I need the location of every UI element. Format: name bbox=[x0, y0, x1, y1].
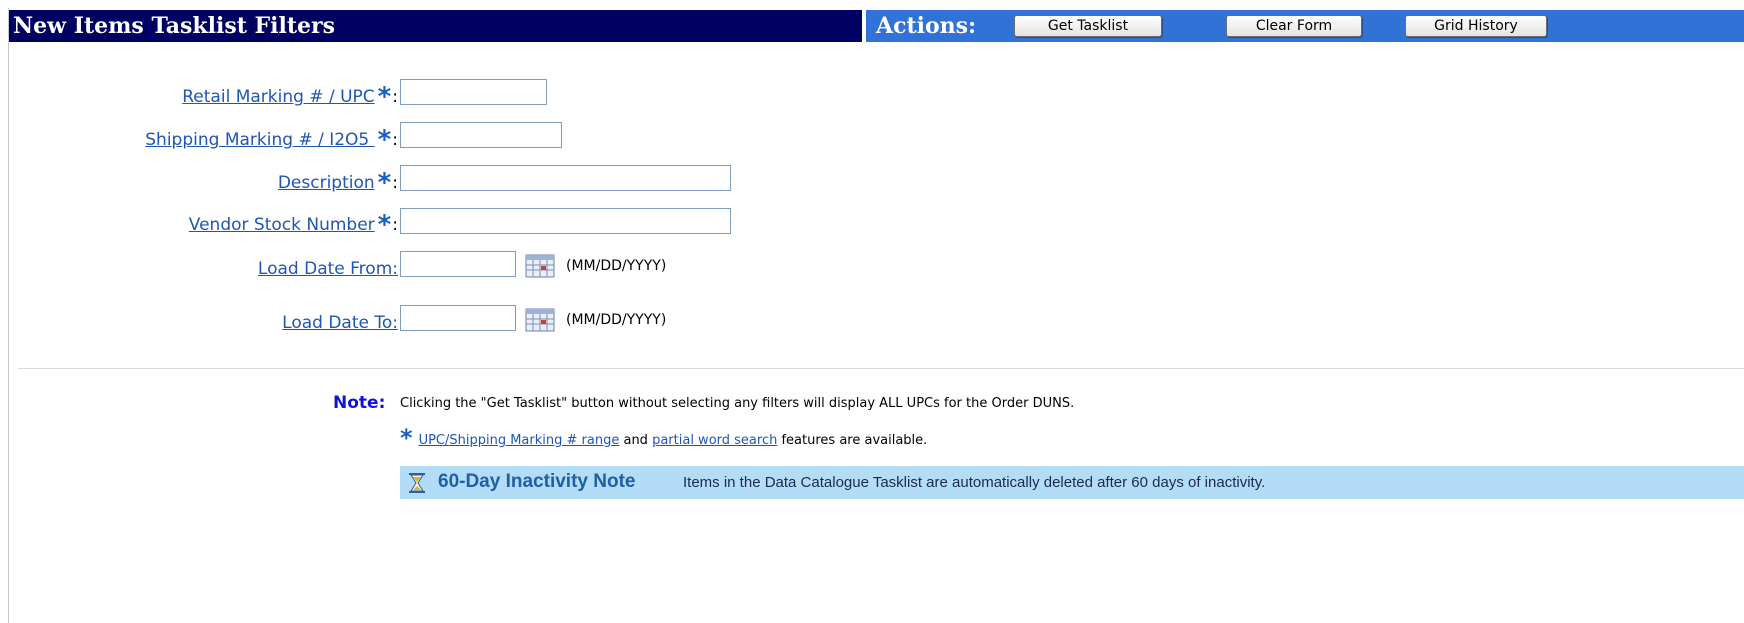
retail-marking-label[interactable]: Retail Marking # / UPC bbox=[182, 87, 374, 107]
upc-range-link[interactable]: UPC/Shipping Marking # range bbox=[419, 433, 620, 448]
actions-label: Actions: bbox=[876, 13, 977, 39]
label-colon: : bbox=[392, 173, 398, 193]
page-title: New Items Tasklist Filters bbox=[9, 10, 862, 42]
calendar-icon[interactable] bbox=[525, 308, 555, 332]
inactivity-title: 60-Day Inactivity Note bbox=[438, 471, 636, 492]
load-date-from-label-group: Load Date From: bbox=[0, 257, 398, 283]
grid-history-button[interactable]: Grid History bbox=[1405, 15, 1547, 37]
required-star-icon: * bbox=[377, 210, 392, 240]
retail-marking-input[interactable] bbox=[400, 79, 547, 105]
required-star-icon: * bbox=[377, 82, 392, 112]
shipping-marking-input[interactable] bbox=[400, 122, 562, 148]
load-date-from-label[interactable]: Load Date From: bbox=[258, 259, 398, 279]
partial-word-search-link[interactable]: partial word search bbox=[652, 433, 777, 448]
load-date-from-input[interactable] bbox=[400, 251, 516, 277]
required-star-icon: * bbox=[377, 125, 392, 155]
description-label-group: Description *: bbox=[0, 166, 398, 198]
vendor-stock-number-label[interactable]: Vendor Stock Number bbox=[189, 215, 375, 235]
label-colon: : bbox=[392, 215, 398, 235]
date-format-hint: (MM/DD/YYYY) bbox=[566, 312, 667, 328]
required-star-icon: * bbox=[377, 168, 392, 198]
required-star-icon: * bbox=[400, 424, 413, 452]
label-colon: : bbox=[392, 130, 398, 150]
retail-marking-label-group: Retail Marking # / UPC *: bbox=[0, 80, 398, 112]
features-and-text: and bbox=[619, 433, 653, 448]
note-text: Clicking the "Get Tasklist" button witho… bbox=[400, 396, 1075, 411]
shipping-marking-label-group: Shipping Marking # / I2O5 *: bbox=[0, 123, 398, 155]
clear-form-button[interactable]: Clear Form bbox=[1226, 15, 1362, 37]
inactivity-text: Items in the Data Catalogue Tasklist are… bbox=[683, 474, 1266, 491]
load-date-to-label-group: Load Date To: bbox=[0, 311, 398, 337]
actions-bar: Actions: Get Tasklist Clear Form Grid Hi… bbox=[866, 10, 1744, 42]
load-date-to-label[interactable]: Load Date To: bbox=[282, 313, 398, 333]
section-divider bbox=[18, 368, 1744, 369]
shipping-marking-label[interactable]: Shipping Marking # / I2O5 bbox=[145, 130, 374, 150]
inactivity-note-banner: 60-Day Inactivity Note Items in the Data… bbox=[400, 466, 1744, 499]
date-format-hint: (MM/DD/YYYY) bbox=[566, 258, 667, 274]
vendor-stock-label-group: Vendor Stock Number *: bbox=[0, 208, 398, 240]
description-input[interactable] bbox=[400, 165, 731, 191]
load-date-to-input[interactable] bbox=[400, 305, 516, 331]
calendar-icon[interactable] bbox=[525, 254, 555, 278]
hourglass-icon bbox=[409, 473, 425, 493]
note-label: Note: bbox=[333, 393, 386, 413]
features-note: * UPC/Shipping Marking # range and partia… bbox=[400, 424, 927, 452]
description-label[interactable]: Description bbox=[278, 173, 375, 193]
features-end-text: features are available. bbox=[777, 433, 928, 448]
vendor-stock-number-input[interactable] bbox=[400, 208, 731, 234]
label-colon: : bbox=[392, 87, 398, 107]
get-tasklist-button[interactable]: Get Tasklist bbox=[1014, 15, 1162, 37]
